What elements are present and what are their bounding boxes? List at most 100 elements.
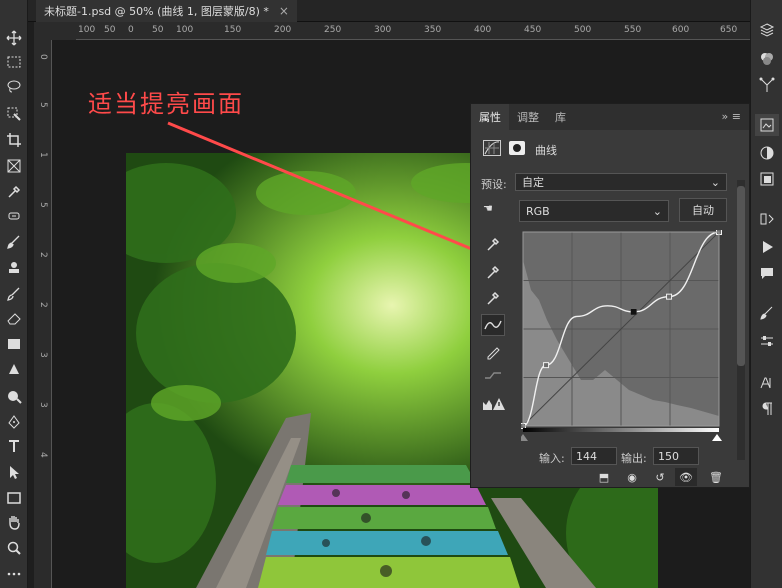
brushes-icon[interactable] [755, 302, 779, 324]
actions-icon[interactable] [755, 236, 779, 258]
ruler-tick: 2 [38, 252, 48, 258]
ruler-left: 0 5 1 5 2 2 3 3 4 [34, 40, 52, 588]
paths-icon[interactable] [755, 74, 779, 96]
curves-graph[interactable] [521, 230, 723, 442]
ruler-tick: 3 [38, 352, 48, 358]
tab-libraries[interactable]: 库 [547, 104, 574, 130]
adjustments-icon[interactable] [755, 142, 779, 164]
layer-mask-icon[interactable] [509, 141, 525, 155]
channel-select[interactable]: RGB ⌄ [519, 200, 669, 222]
right-panel-dock [750, 0, 782, 588]
brush-icon[interactable] [2, 230, 26, 254]
ruler-tick: 5 [38, 102, 48, 108]
comments-icon[interactable] [755, 262, 779, 284]
pencil-draw-icon[interactable] [483, 342, 503, 362]
ruler-tick: 50 [104, 25, 116, 35]
channel-value: RGB [526, 204, 550, 218]
clipping-warning-icon[interactable] [481, 394, 507, 414]
black-point-eyedropper-icon[interactable] [483, 234, 503, 254]
more-icon[interactable] [2, 562, 26, 586]
ruler-tick: 0 [38, 54, 48, 60]
ruler-tick: 150 [224, 25, 242, 35]
panel-tabs: 属性 调整 库 [471, 104, 749, 130]
scrollbar-thumb[interactable] [737, 186, 745, 366]
panel-menu-icon[interactable]: » ≡ [722, 110, 741, 123]
target-adjust-icon[interactable]: ☚ [483, 202, 503, 218]
3d-icon[interactable] [755, 20, 779, 42]
document-tab[interactable]: 未标题-1.psd @ 50% (曲线 1, 图层蒙版/8) * × [36, 0, 297, 22]
smooth-curve-icon[interactable] [483, 366, 503, 386]
marquee-icon[interactable] [2, 50, 26, 74]
frame-icon[interactable] [2, 154, 26, 178]
move-icon[interactable] [2, 26, 26, 50]
ruler-tick: 500 [574, 25, 592, 35]
eyedropper-icon[interactable] [2, 180, 26, 204]
input-label: 输入: [539, 452, 565, 465]
gradient-icon[interactable] [2, 332, 26, 356]
character-icon[interactable] [755, 372, 779, 394]
panel-scrollbar[interactable] [737, 180, 745, 460]
tab-properties[interactable]: 属性 [471, 104, 509, 130]
stamp-icon[interactable] [2, 256, 26, 280]
path-select-icon[interactable] [2, 460, 26, 484]
ruler-tick: 350 [424, 25, 442, 35]
zoom-icon[interactable] [2, 536, 26, 560]
hand-icon[interactable] [2, 510, 26, 534]
eraser-icon[interactable] [2, 306, 26, 330]
tab-adjustments[interactable]: 调整 [509, 104, 547, 130]
pen-icon[interactable] [2, 410, 26, 434]
curve-control-point[interactable] [666, 293, 673, 300]
curve-point-tool-icon[interactable] [481, 314, 505, 336]
history-brush-icon[interactable] [2, 282, 26, 306]
properties-panel: 属性 调整 库 » ≡ 曲线 预设: 自定 ⌄ ☚ RGB ⌄ 自动 输入: 1… [470, 103, 750, 488]
curves-adjustment-icon [483, 140, 501, 156]
object-select-icon[interactable] [2, 102, 26, 126]
blur-icon[interactable] [2, 358, 26, 382]
ruler-tick: 650 [720, 25, 738, 35]
paragraph-icon[interactable] [755, 398, 779, 420]
dodge-icon[interactable] [2, 384, 26, 408]
toolbar [0, 0, 28, 588]
healing-icon[interactable] [2, 204, 26, 228]
input-field[interactable]: 144 [571, 447, 617, 465]
output-label: 输出: [621, 452, 647, 465]
white-point-eyedropper-icon[interactable] [483, 288, 503, 308]
crop-icon[interactable] [2, 128, 26, 152]
ruler-tick: 4 [38, 452, 48, 458]
gray-point-eyedropper-icon[interactable] [483, 262, 503, 282]
preset-select[interactable]: 自定 ⌄ [515, 173, 727, 191]
close-icon[interactable]: × [279, 4, 289, 18]
layers-icon[interactable] [755, 168, 779, 190]
chevron-down-icon: ⌄ [710, 175, 720, 189]
view-previous-icon[interactable]: ◉ [621, 468, 643, 486]
clip-to-layer-icon[interactable]: ⬒ [593, 468, 615, 486]
ruler-tick: 250 [324, 25, 342, 35]
ruler-tick: 400 [474, 25, 492, 35]
properties-icon[interactable] [755, 114, 779, 136]
document-tab-bar: 未标题-1.psd @ 50% (曲线 1, 图层蒙版/8) * × [28, 0, 750, 22]
ruler-tick: 50 [152, 25, 164, 35]
document-tab-title: 未标题-1.psd @ 50% (曲线 1, 图层蒙版/8) * [44, 5, 269, 18]
preset-value: 自定 [522, 176, 544, 189]
type-icon[interactable] [2, 434, 26, 458]
channels-icon[interactable] [755, 48, 779, 70]
trash-icon[interactable]: 🗑 [705, 468, 727, 486]
curve-control-point[interactable] [543, 362, 550, 369]
layer-type-label: 曲线 [535, 144, 557, 157]
visibility-eye-icon[interactable]: 👁 [675, 468, 697, 486]
brush-settings-icon[interactable] [755, 330, 779, 352]
lasso-icon[interactable] [2, 74, 26, 98]
chevron-down-icon: ⌄ [652, 204, 662, 218]
auto-button[interactable]: 自动 [679, 198, 727, 222]
white-slider[interactable] [712, 434, 722, 441]
reset-icon[interactable]: ↺ [649, 468, 671, 486]
output-field[interactable]: 150 [653, 447, 699, 465]
ruler-tick: 100 [176, 25, 194, 35]
annotation-text: 适当提亮画面 [88, 90, 244, 118]
history-icon[interactable] [755, 208, 779, 230]
preset-label: 预设: [481, 178, 507, 191]
shape-icon[interactable] [2, 486, 26, 510]
tonal-gradient-bar [523, 428, 719, 432]
selected-control-point[interactable] [630, 308, 637, 315]
black-slider[interactable] [521, 434, 528, 441]
